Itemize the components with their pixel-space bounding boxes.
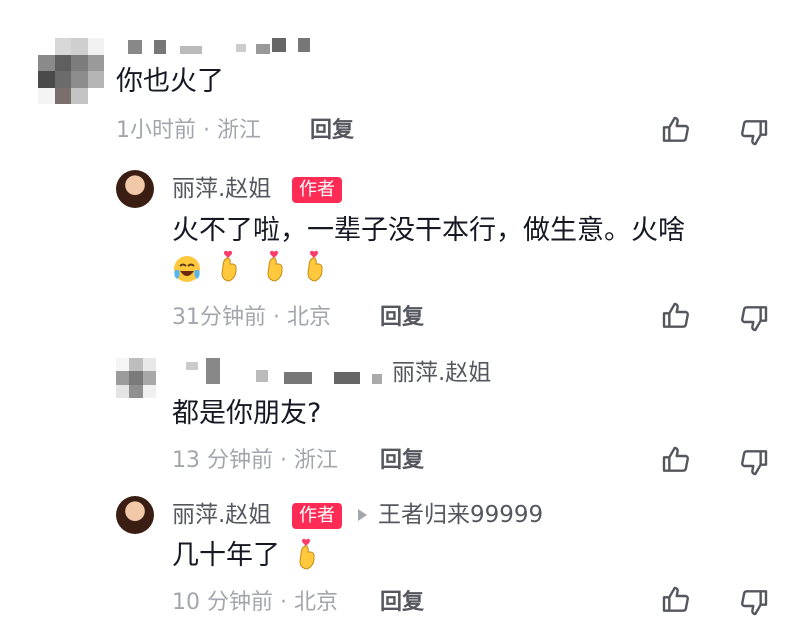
- thumbs-down-icon[interactable]: [738, 446, 770, 478]
- thumbs-up-icon[interactable]: [660, 444, 692, 476]
- author-badge: 作者: [292, 503, 342, 529]
- thumbs-down-icon[interactable]: [738, 302, 770, 334]
- comment-text: 火不了啦，一辈子没干本行，做生意。火啥: [172, 215, 685, 246]
- avatar-author[interactable]: [116, 170, 154, 208]
- finger-heart-emoji: [267, 250, 283, 282]
- reply-arrow-icon: [358, 509, 367, 521]
- comment-time-location: 13 分钟前 · 浙江: [172, 448, 338, 473]
- thumbs-down-icon[interactable]: [738, 116, 770, 148]
- reply-button[interactable]: 回复: [380, 588, 424, 618]
- comment-time-location: 31分钟前 · 北京: [172, 305, 331, 330]
- reply-button[interactable]: 回复: [310, 116, 354, 146]
- author-name[interactable]: 丽萍.赵姐: [172, 174, 271, 204]
- reply-to-name[interactable]: 王者归来99999: [378, 500, 543, 530]
- avatar-author[interactable]: [116, 496, 154, 534]
- avatar-blurred[interactable]: [116, 358, 156, 398]
- thumbs-up-icon[interactable]: [660, 584, 692, 616]
- reply-to-name[interactable]: 丽萍.赵姐: [392, 358, 491, 388]
- thumbs-up-icon[interactable]: [660, 114, 692, 146]
- avatar-blurred[interactable]: [38, 38, 104, 104]
- author-badge: 作者: [292, 177, 342, 203]
- laughing-crying-emoji: [174, 256, 200, 282]
- comment-text: 几十年了: [172, 540, 280, 571]
- thumbs-up-icon[interactable]: [660, 300, 692, 332]
- reply-button[interactable]: 回复: [380, 303, 424, 333]
- comment-time-location: 1小时前 · 浙江: [116, 118, 261, 143]
- finger-heart-emoji: [307, 250, 323, 282]
- finger-heart-emoji: [299, 538, 315, 570]
- thumbs-down-icon[interactable]: [738, 586, 770, 618]
- reply-button[interactable]: 回复: [380, 446, 424, 476]
- comment-text: 都是你朋友?: [172, 398, 322, 429]
- finger-heart-emoji: [221, 250, 237, 282]
- author-name[interactable]: 丽萍.赵姐: [172, 500, 271, 530]
- comment-time-location: 10 分钟前 · 北京: [172, 590, 338, 615]
- comment-text: 你也火了: [116, 66, 224, 97]
